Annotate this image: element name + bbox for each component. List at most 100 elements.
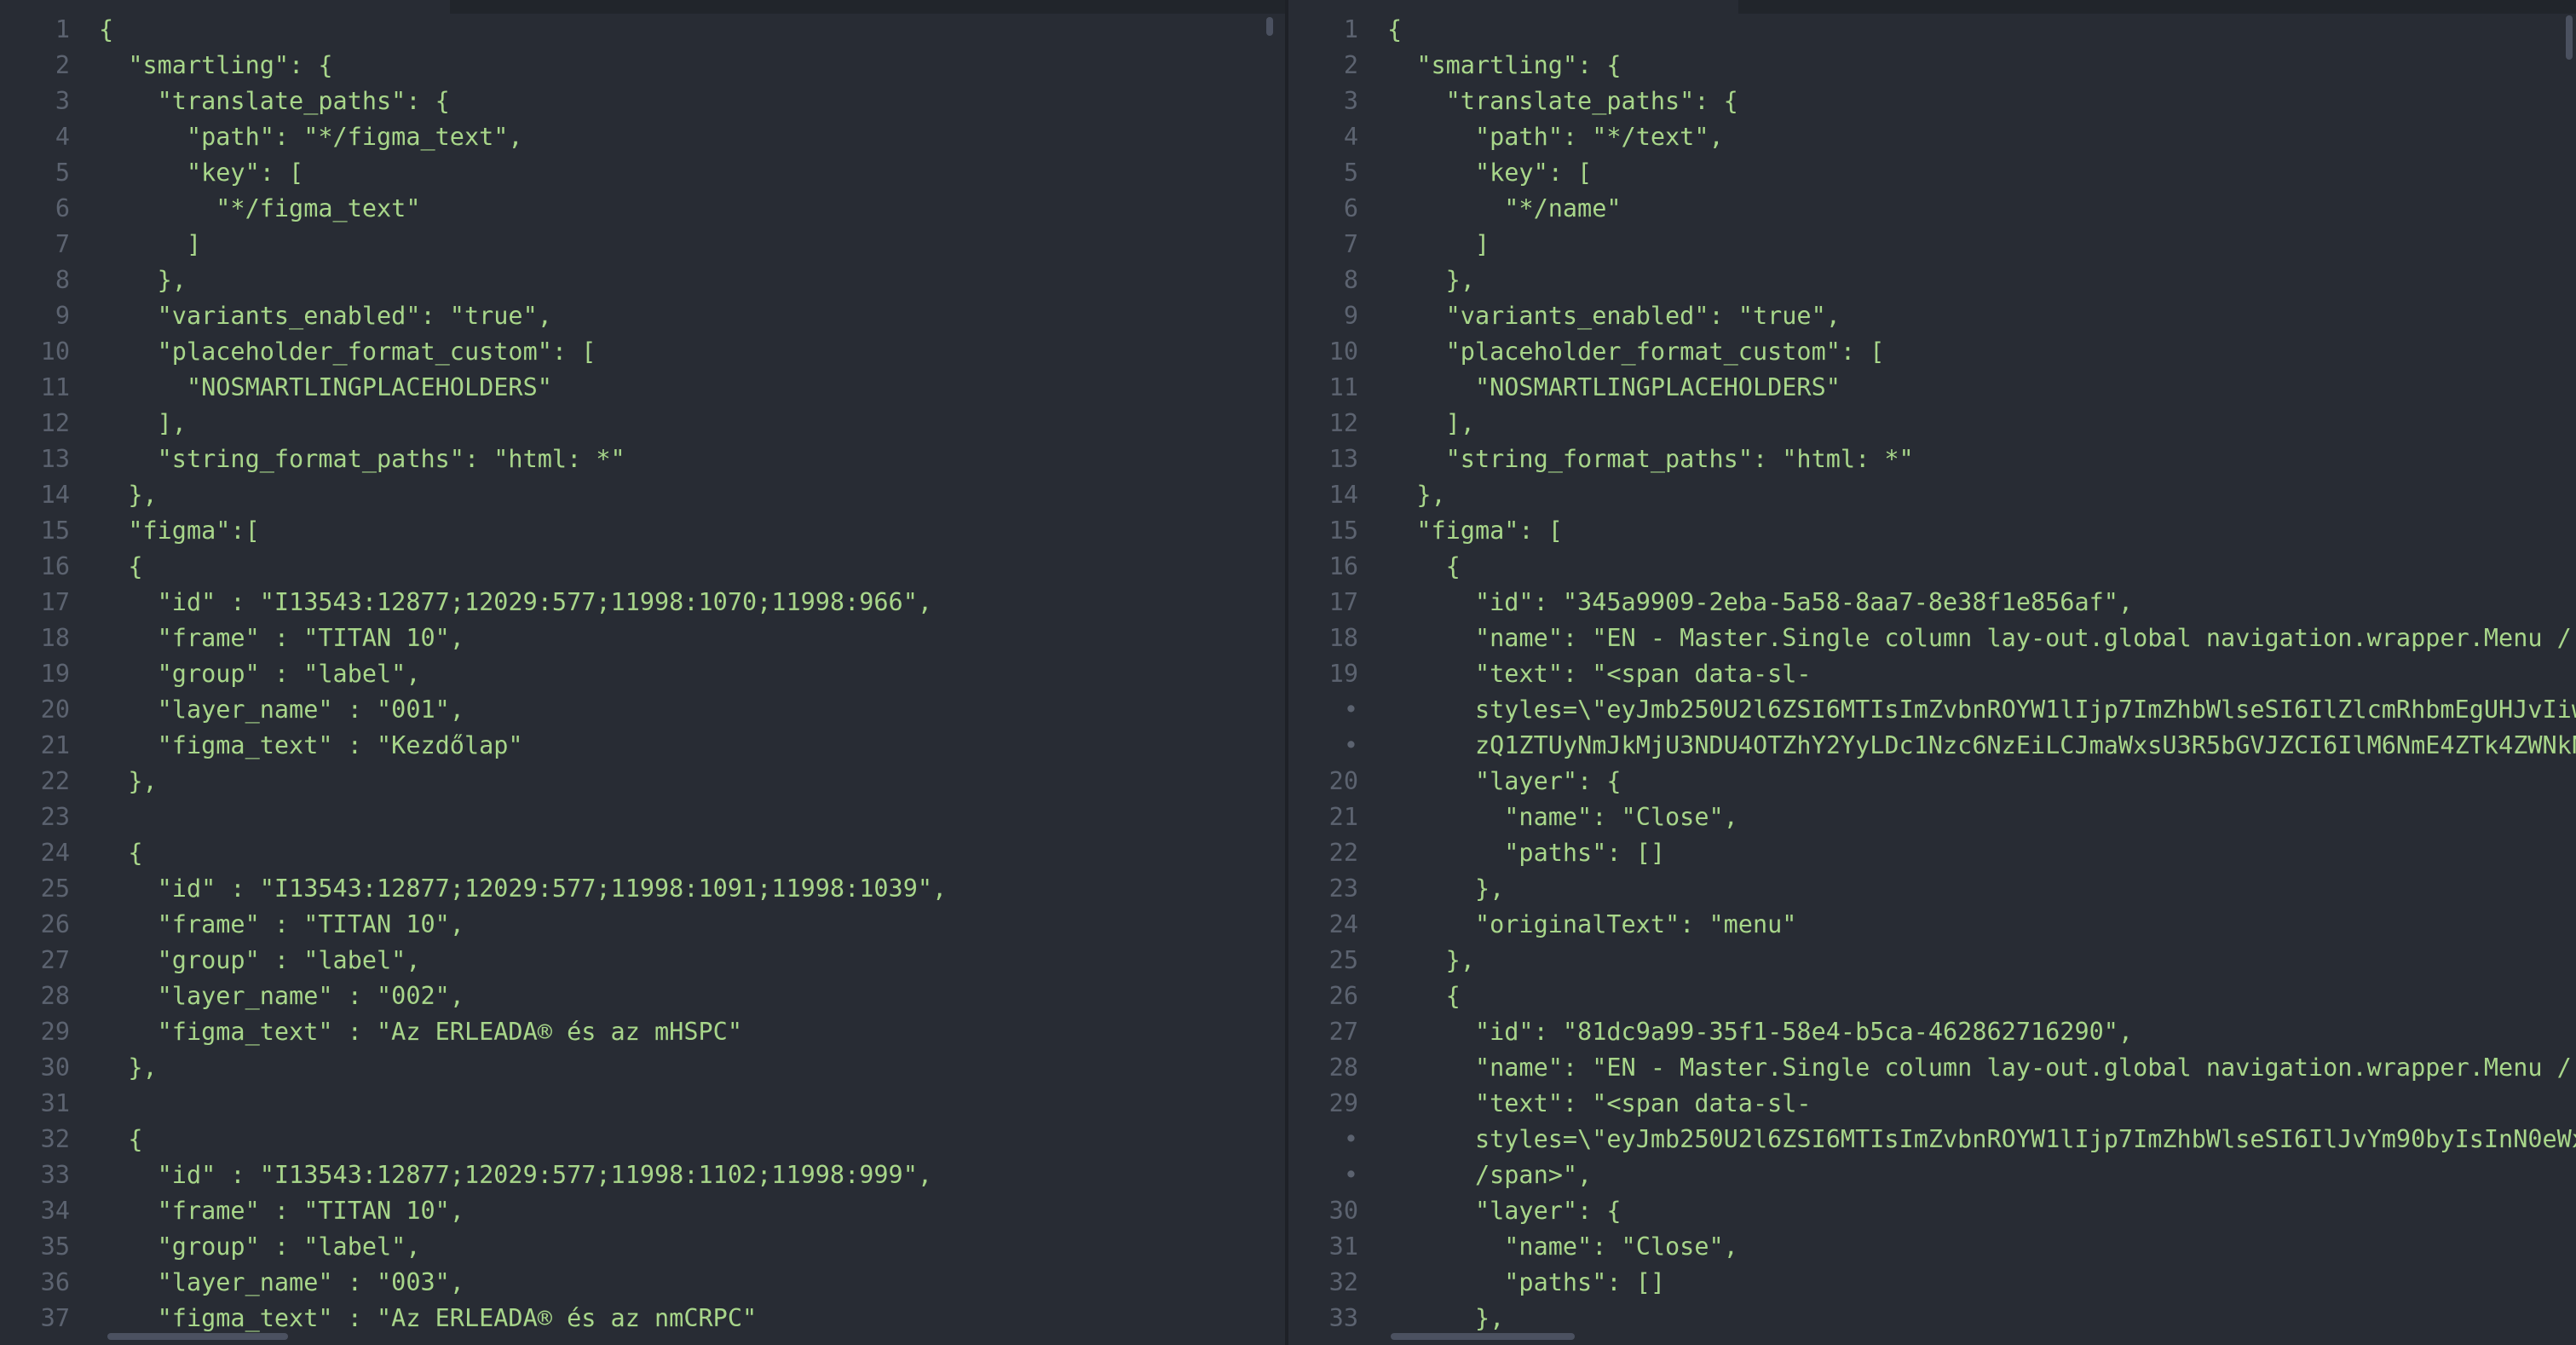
code-line[interactable]: 30 "layer": {	[1288, 1193, 2576, 1229]
code-line[interactable]: 14 },	[1288, 477, 2576, 513]
line-number: •	[1343, 1125, 1358, 1153]
code-line[interactable]: 23 },	[1288, 871, 2576, 907]
line-number: 32	[40, 1125, 70, 1153]
code-line[interactable]: 28 "name": "EN - Master.Single column la…	[1288, 1050, 2576, 1086]
line-code: "translate_paths": {	[99, 87, 450, 115]
code-line[interactable]: 36 "layer_name" : "003",	[0, 1265, 1285, 1301]
code-line[interactable]: 3 "translate_paths": {	[1288, 84, 2576, 119]
left-horizontal-scrollbar[interactable]	[107, 1333, 288, 1340]
code-line[interactable]: • /span>",	[1288, 1157, 2576, 1193]
code-line[interactable]: 22 "paths": []	[1288, 835, 2576, 871]
line-number: 33	[40, 1161, 70, 1189]
code-line[interactable]: 33 "id" : "I13543:12877;12029:577;11998:…	[0, 1157, 1285, 1193]
code-line[interactable]: 16 {	[1288, 549, 2576, 585]
code-line[interactable]: 22 },	[0, 764, 1285, 799]
line-code: "path": "*/text",	[1387, 123, 1724, 151]
code-line[interactable]: 10 "placeholder_format_custom": [	[1288, 334, 2576, 370]
code-line[interactable]: 20 "layer": {	[1288, 764, 2576, 799]
code-line[interactable]: 17 "id": "345a9909-2eba-5a58-8aa7-8e38f1…	[1288, 585, 2576, 621]
code-line[interactable]: 19 "text": "<span data-sl-	[1288, 656, 2576, 692]
code-line[interactable]: 7 ]	[0, 227, 1285, 263]
code-line[interactable]: 8 },	[1288, 263, 2576, 298]
code-line[interactable]: 30 },	[0, 1050, 1285, 1086]
code-line[interactable]: 32 {	[0, 1122, 1285, 1157]
right-editor-pane[interactable]: 1{2 "smartling": {3 "translate_paths": {…	[1288, 0, 2576, 1345]
right-horizontal-scrollbar[interactable]	[1391, 1333, 1575, 1340]
code-line[interactable]: 32 "paths": []	[1288, 1265, 2576, 1301]
code-line[interactable]: 11 "NOSMARTLINGPLACEHOLDERS"	[1288, 370, 2576, 406]
code-line[interactable]: 25 "id" : "I13543:12877;12029:577;11998:…	[0, 871, 1285, 907]
code-line[interactable]: 9 "variants_enabled": "true",	[1288, 298, 2576, 334]
code-line[interactable]: 20 "layer_name" : "001",	[0, 692, 1285, 728]
code-line[interactable]: 3 "translate_paths": {	[0, 84, 1285, 119]
code-line[interactable]: 24 {	[0, 835, 1285, 871]
code-line[interactable]: 25 },	[1288, 943, 2576, 978]
code-line[interactable]: • styles=\"eyJmb250U2l6ZSI6MTIsImZvbnROY…	[1288, 1122, 2576, 1157]
line-number: 18	[40, 624, 70, 652]
code-line[interactable]: 27 "id": "81dc9a99-35f1-58e4-b5ca-462862…	[1288, 1014, 2576, 1050]
line-code: "placeholder_format_custom": [	[99, 338, 596, 366]
code-line[interactable]: 4 "path": "*/text",	[1288, 119, 2576, 155]
code-line[interactable]: 7 ]	[1288, 227, 2576, 263]
line-code: "figma_text" : "Az ERLEADA® és az mHSPC"	[99, 1018, 742, 1046]
code-line[interactable]: 29 "figma_text" : "Az ERLEADA® és az mHS…	[0, 1014, 1285, 1050]
code-line[interactable]: 26 "frame" : "TITAN 10",	[0, 907, 1285, 943]
left-vertical-scrollbar[interactable]	[1266, 17, 1273, 36]
line-number: 14	[40, 481, 70, 509]
code-line[interactable]: 23	[0, 799, 1285, 835]
line-code: "NOSMARTLINGPLACEHOLDERS"	[99, 373, 552, 401]
line-number: 22	[40, 767, 70, 795]
code-line[interactable]: 19 "group" : "label",	[0, 656, 1285, 692]
code-line[interactable]: 27 "group" : "label",	[0, 943, 1285, 978]
code-line[interactable]: 34 "frame" : "TITAN 10",	[0, 1193, 1285, 1229]
line-code: {	[1387, 982, 1461, 1010]
code-line[interactable]: 11 "NOSMARTLINGPLACEHOLDERS"	[0, 370, 1285, 406]
code-line[interactable]: 1{	[0, 12, 1285, 48]
code-line[interactable]: • styles=\"eyJmb250U2l6ZSI6MTIsImZvbnROY…	[1288, 692, 2576, 728]
code-line[interactable]: 5 "key": [	[1288, 155, 2576, 191]
code-line[interactable]: 5 "key": [	[0, 155, 1285, 191]
line-number: 29	[40, 1018, 70, 1046]
code-line[interactable]: 2 "smartling": {	[1288, 48, 2576, 84]
code-line[interactable]: 33 },	[1288, 1301, 2576, 1336]
code-line[interactable]: 10 "placeholder_format_custom": [	[0, 334, 1285, 370]
right-vertical-scrollbar[interactable]	[2566, 15, 2573, 60]
code-line[interactable]: 21 "figma_text" : "Kezdőlap"	[0, 728, 1285, 764]
code-line[interactable]: 21 "name": "Close",	[1288, 799, 2576, 835]
code-line[interactable]: 37 "figma_text" : "Az ERLEADA® és az nmC…	[0, 1301, 1285, 1336]
code-line[interactable]: 24 "originalText": "menu"	[1288, 907, 2576, 943]
line-code: "smartling": {	[1387, 51, 1622, 79]
code-line[interactable]: 26 {	[1288, 978, 2576, 1014]
code-line[interactable]: 31 "name": "Close",	[1288, 1229, 2576, 1265]
code-line[interactable]: 29 "text": "<span data-sl-	[1288, 1086, 2576, 1122]
code-line[interactable]: 17 "id" : "I13543:12877;12029:577;11998:…	[0, 585, 1285, 621]
code-line[interactable]: 6 "*/name"	[1288, 191, 2576, 227]
left-editor-pane[interactable]: 1{2 "smartling": {3 "translate_paths": {…	[0, 0, 1285, 1345]
code-line[interactable]: 15 "figma": [	[1288, 513, 2576, 549]
code-line[interactable]: 4 "path": "*/figma_text",	[0, 119, 1285, 155]
code-line[interactable]: 13 "string_format_paths": "html: *"	[1288, 442, 2576, 477]
code-line[interactable]: 15 "figma":[	[0, 513, 1285, 549]
line-code: "placeholder_format_custom": [	[1387, 338, 1885, 366]
code-line[interactable]: 16 {	[0, 549, 1285, 585]
code-line[interactable]: 1{	[1288, 12, 2576, 48]
line-code: {	[99, 839, 143, 867]
code-line[interactable]: 35 "group" : "label",	[0, 1229, 1285, 1265]
code-line[interactable]: 28 "layer_name" : "002",	[0, 978, 1285, 1014]
line-number: 20	[1328, 767, 1358, 795]
code-line[interactable]: 13 "string_format_paths": "html: *"	[0, 442, 1285, 477]
code-line[interactable]: 8 },	[0, 263, 1285, 298]
code-line[interactable]: 12 ],	[0, 406, 1285, 442]
code-line[interactable]: 12 ],	[1288, 406, 2576, 442]
line-code: ],	[1387, 409, 1475, 437]
code-line[interactable]: 14 },	[0, 477, 1285, 513]
code-line[interactable]: 2 "smartling": {	[0, 48, 1285, 84]
code-line[interactable]: 6 "*/figma_text"	[0, 191, 1285, 227]
code-line[interactable]: 18 "frame" : "TITAN 10",	[0, 621, 1285, 656]
code-line[interactable]: • zQ1ZTUyNmJkMjU3NDU4OTZhY2YyLDc1Nzc6NzE…	[1288, 728, 2576, 764]
code-line[interactable]: 31	[0, 1086, 1285, 1122]
code-line[interactable]: 9 "variants_enabled": "true",	[0, 298, 1285, 334]
line-number: 26	[40, 910, 70, 938]
code-line[interactable]: 18 "name": "EN - Master.Single column la…	[1288, 621, 2576, 656]
